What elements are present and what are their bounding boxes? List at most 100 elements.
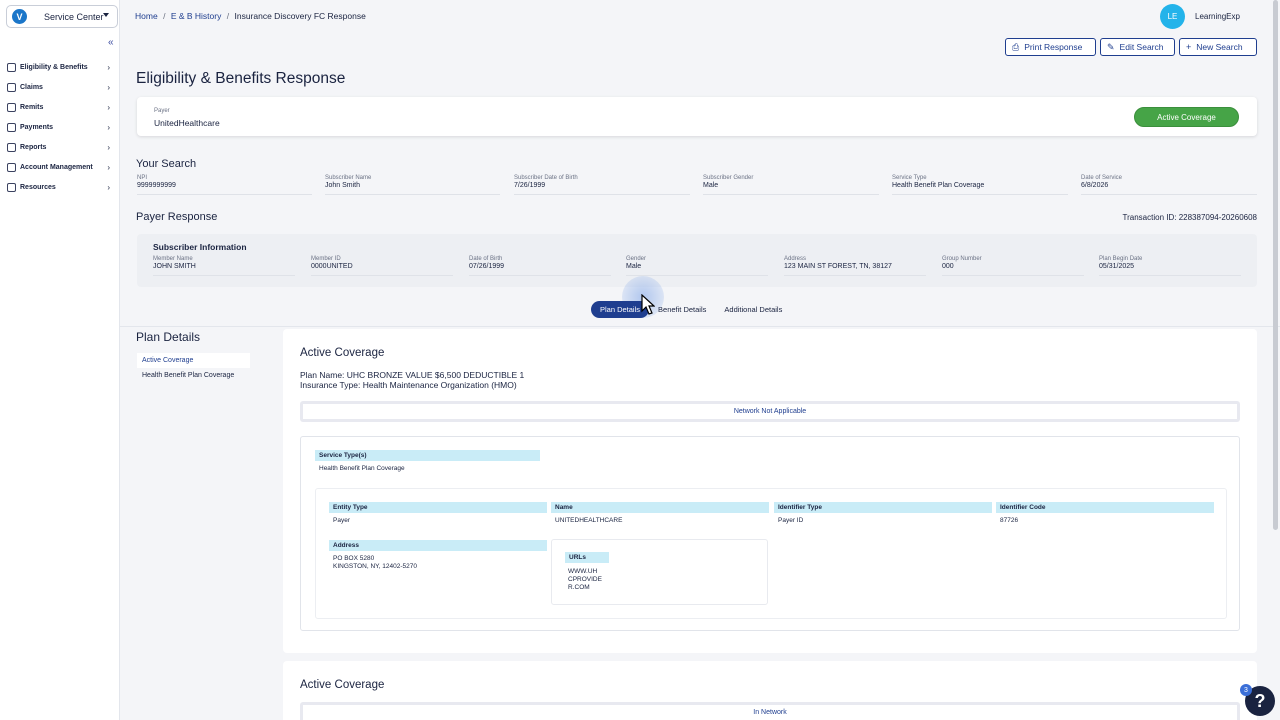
subscriber-field-member-id: Member ID 0000UNITED bbox=[311, 256, 453, 276]
field-value: 0000UNITED bbox=[311, 263, 353, 270]
mouse-cursor-icon bbox=[641, 294, 655, 315]
your-search-title: Your Search bbox=[136, 158, 197, 170]
field-value: Male bbox=[703, 182, 719, 189]
service-center-label: Service Center bbox=[44, 11, 104, 22]
field-value: JOHN SMITH bbox=[153, 263, 196, 270]
page-scrollbar[interactable] bbox=[1273, 0, 1278, 530]
breadcrumb-separator: / bbox=[163, 11, 166, 21]
field-label: Subscriber Date of Birth bbox=[514, 175, 578, 181]
subscriber-field-gender: Gender Male bbox=[626, 256, 768, 276]
search-field-service-type: Service Type Health Benefit Plan Coverag… bbox=[892, 175, 1068, 195]
sidebar-item-label: Payments bbox=[20, 123, 54, 131]
sidebar-item-remits[interactable]: Remits › bbox=[0, 97, 120, 117]
section-divider bbox=[120, 326, 1280, 327]
url-line-3[interactable]: R.COM bbox=[568, 584, 590, 592]
chevron-right-icon: › bbox=[107, 143, 110, 152]
payer-card: Payer UnitedHealthcare Active Coverage bbox=[137, 97, 1257, 136]
active-coverage-card-2: Active Coverage In Network bbox=[283, 661, 1257, 720]
transaction-id: Transaction ID: 228387094-20260608 bbox=[1122, 213, 1257, 222]
caret-down-icon bbox=[103, 13, 109, 17]
field-value: Health Benefit Plan Coverage bbox=[892, 182, 985, 189]
address-line-2: KINGSTON, NY, 12402-5270 bbox=[333, 563, 417, 570]
chevron-right-icon: › bbox=[107, 103, 110, 112]
gear-icon bbox=[7, 162, 16, 172]
field-label: Member ID bbox=[311, 256, 341, 262]
field-value: John Smith bbox=[325, 182, 361, 189]
service-types-value: Health Benefit Plan Coverage bbox=[319, 465, 405, 472]
chevron-right-icon: › bbox=[107, 83, 110, 92]
insurance-type: Insurance Type: Health Maintenance Organ… bbox=[300, 380, 517, 390]
subscriber-field-dob: Date of Birth 07/26/1999 bbox=[469, 256, 611, 276]
new-search-button[interactable]: + New Search bbox=[1179, 38, 1257, 56]
url-line-2[interactable]: CPROVIDE bbox=[568, 576, 602, 584]
field-label: Member Name bbox=[153, 256, 193, 262]
new-search-label: New Search bbox=[1196, 42, 1243, 52]
urls-box: URLs WWW.UH CPROVIDE R.COM bbox=[551, 539, 768, 605]
sidebar-item-account-management[interactable]: Account Management › bbox=[0, 157, 120, 177]
network-status: In Network bbox=[303, 705, 1237, 720]
sidebar-item-claims[interactable]: Claims › bbox=[0, 77, 120, 97]
subscriber-info-title: Subscriber Information bbox=[153, 242, 247, 252]
plan-name: Plan Name: UHC BRONZE VALUE $6,500 DEDUC… bbox=[300, 370, 525, 380]
breadcrumb-history[interactable]: E & B History bbox=[171, 11, 222, 21]
active-coverage-card: Active Coverage Plan Name: UHC BRONZE VA… bbox=[283, 329, 1257, 653]
sidebar-item-reports[interactable]: Reports › bbox=[0, 137, 120, 157]
sidebar-item-label: Account Management bbox=[20, 163, 93, 171]
plan-nav-health-benefit[interactable]: Health Benefit Plan Coverage bbox=[137, 368, 250, 383]
identifier-code-header: Identifier Code bbox=[996, 502, 1214, 513]
subscriber-field-plan-begin-date: Plan Begin Date 05/31/2025 bbox=[1099, 256, 1241, 276]
breadcrumb-home[interactable]: Home bbox=[135, 11, 158, 21]
field-label: Service Type bbox=[892, 175, 927, 181]
plan-nav-active-coverage[interactable]: Active Coverage bbox=[137, 353, 250, 368]
printer-icon: ⎙ bbox=[1012, 41, 1020, 52]
field-label: Subscriber Name bbox=[325, 175, 372, 181]
active-coverage-badge: Active Coverage bbox=[1134, 107, 1239, 127]
field-label: Subscriber Gender bbox=[703, 175, 754, 181]
sidebar-item-payments[interactable]: Payments › bbox=[0, 117, 120, 137]
field-value: 7/26/1999 bbox=[514, 182, 546, 189]
people-icon bbox=[7, 62, 16, 72]
tab-additional-details[interactable]: Additional Details bbox=[715, 301, 791, 318]
field-value: 123 MAIN ST FOREST, TN, 38127 bbox=[784, 263, 892, 270]
urls-header: URLs bbox=[565, 552, 609, 563]
coverage-title: Active Coverage bbox=[300, 679, 385, 691]
address-line-1: PO BOX 5280 bbox=[333, 555, 375, 562]
book-icon bbox=[7, 182, 16, 192]
entity-type-value: Payer bbox=[333, 517, 350, 524]
field-value: 9999999999 bbox=[137, 182, 176, 189]
avatar[interactable]: LE bbox=[1160, 4, 1185, 29]
search-field-subscriber-name: Subscriber Name John Smith bbox=[325, 175, 500, 195]
field-value: 05/31/2025 bbox=[1099, 263, 1135, 270]
collapse-sidebar-button[interactable]: « bbox=[108, 37, 114, 48]
breadcrumb-separator: / bbox=[226, 11, 230, 21]
user-name[interactable]: LearningExp bbox=[1195, 12, 1240, 21]
brand-logo-icon: V bbox=[12, 9, 27, 24]
payer-response-title: Payer Response bbox=[136, 211, 218, 223]
edit-search-button[interactable]: ✎ Edit Search bbox=[1100, 38, 1175, 56]
sidebar-item-resources[interactable]: Resources › bbox=[0, 177, 120, 197]
name-value: UNITEDHEALTHCARE bbox=[555, 517, 623, 524]
field-label: Date of Birth bbox=[469, 256, 503, 262]
search-field-dob: Subscriber Date of Birth 7/26/1999 bbox=[514, 175, 690, 195]
field-value: 6/8/2026 bbox=[1081, 182, 1109, 189]
sidebar-item-label: Remits bbox=[20, 103, 44, 111]
network-status: Network Not Applicable bbox=[303, 404, 1237, 419]
report-icon bbox=[7, 142, 16, 152]
sidebar: V Service Center « Eligibility & Benefit… bbox=[0, 0, 120, 720]
sidebar-item-eligibility[interactable]: Eligibility & Benefits › bbox=[0, 57, 120, 77]
service-center-select[interactable]: V Service Center bbox=[6, 5, 118, 28]
subscriber-field-member-name: Member Name JOHN SMITH bbox=[153, 256, 295, 276]
print-response-button[interactable]: ⎙ Print Response bbox=[1005, 38, 1096, 56]
field-value: Male bbox=[626, 263, 642, 270]
plus-icon: + bbox=[1186, 42, 1192, 52]
document-icon bbox=[7, 82, 16, 92]
chevron-right-icon: › bbox=[107, 63, 110, 72]
field-label: Group Number bbox=[942, 256, 982, 262]
chevron-right-icon: › bbox=[107, 163, 110, 172]
name-header: Name bbox=[551, 502, 769, 513]
page-title: Eligibility & Benefits Response bbox=[136, 70, 346, 87]
identifier-type-value: Payer ID bbox=[778, 517, 804, 524]
tab-benefit-details[interactable]: Benefit Details bbox=[649, 301, 715, 318]
field-value: 000 bbox=[942, 263, 954, 270]
url-line-1[interactable]: WWW.UH bbox=[568, 568, 597, 576]
